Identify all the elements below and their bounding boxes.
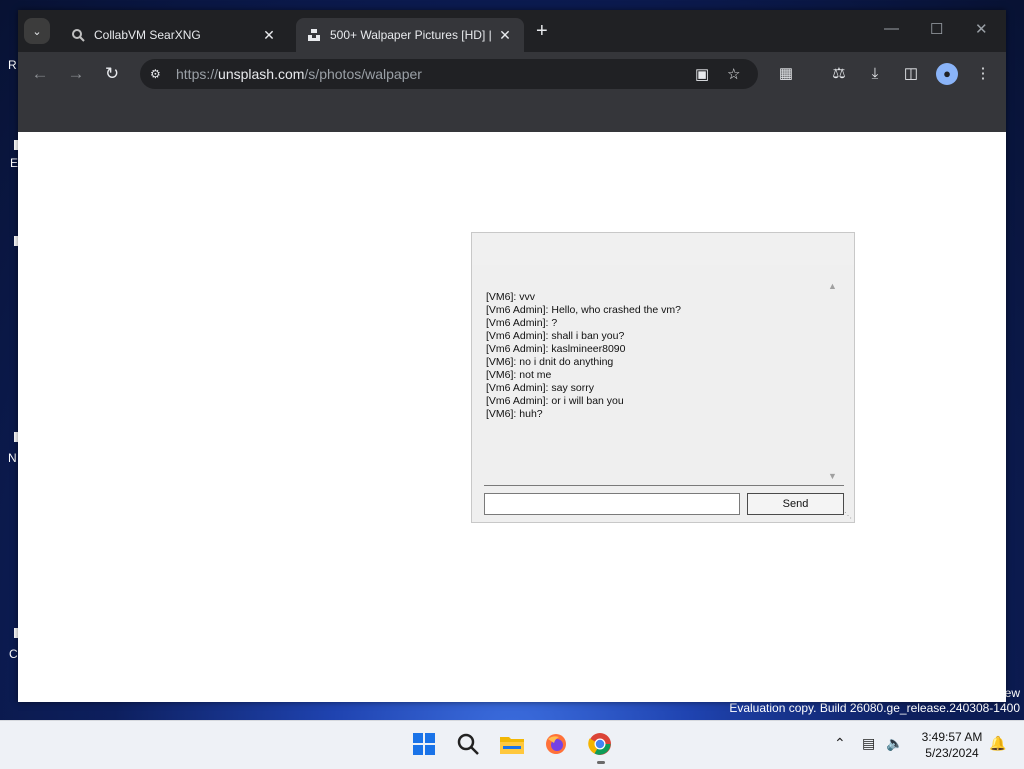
browser-toolbar: ← → ↻ ⚙ https://unsplash.com/s/photos/wa…: [18, 52, 1006, 96]
tab-title: 500+ Walpaper Pictures [HD] |: [330, 28, 492, 42]
url-scheme: https://: [176, 66, 219, 82]
firefox-icon[interactable]: [543, 731, 569, 757]
new-tab-button[interactable]: +: [536, 20, 548, 43]
send-button[interactable]: Send: [747, 493, 844, 515]
chat-log: [VM6]: vvv [Vm6 Admin]: Hello, who crash…: [486, 291, 816, 421]
forward-button[interactable]: →: [65, 63, 87, 85]
tab-unsplash[interactable]: 500+ Walpaper Pictures [HD] | ✕: [296, 18, 524, 52]
tab-strip: ⌄ CollabVM SearXNG ✕ 500+ Walpaper Pictu…: [18, 10, 1006, 52]
profile-avatar-icon[interactable]: ●: [936, 63, 958, 85]
back-button[interactable]: ←: [29, 63, 51, 85]
page-content: [VM6]: vvv [Vm6 Admin]: Hello, who crash…: [18, 132, 1006, 702]
bookmark-star-icon[interactable]: ☆: [727, 65, 740, 83]
chat-message: [Vm6 Admin]: or i will ban you: [486, 395, 624, 407]
notification-bell-icon[interactable]: 🔔: [989, 735, 1006, 752]
tab-search-button[interactable]: ⌄: [24, 18, 50, 44]
clock-date: 5/23/2024: [925, 746, 979, 760]
unsplash-favicon-icon: [306, 27, 322, 43]
watermark-line-2: Evaluation copy. Build 26080.ge_release.…: [729, 701, 1020, 715]
desktop-label-fragment: C: [9, 647, 18, 661]
chat-message: [VM6]: not me: [486, 369, 552, 381]
site-info-icon[interactable]: ⚙: [150, 67, 166, 81]
chevron-down-icon: ⌄: [32, 25, 42, 38]
clock[interactable]: 3:49:57 AM 5/23/2024: [912, 729, 992, 761]
tab-collabvm-searxng[interactable]: CollabVM SearXNG ✕: [60, 18, 288, 52]
install-app-icon[interactable]: ▣: [695, 65, 709, 83]
url-text[interactable]: https://unsplash.com/s/photos/walpaper: [176, 66, 422, 82]
desktop-label-fragment: N: [8, 451, 17, 465]
labs-flask-icon[interactable]: ⚖: [828, 63, 850, 85]
search-icon[interactable]: [455, 731, 481, 757]
close-icon[interactable]: ✕: [260, 27, 278, 44]
file-explorer-icon[interactable]: [499, 731, 525, 757]
clock-time: 3:49:57 AM: [921, 730, 983, 744]
desktop-label-fragment: E: [10, 156, 19, 170]
volume-icon[interactable]: 🔈: [886, 735, 903, 752]
desktop-label-fragment: R: [8, 58, 17, 72]
chat-message: [VM6]: huh?: [486, 408, 543, 420]
address-bar[interactable]: ⚙ https://unsplash.com/s/photos/walpaper…: [140, 59, 758, 89]
chat-message: [VM6]: no i dnit do anything: [486, 356, 614, 368]
chat-divider: [484, 485, 844, 486]
menu-kebab-icon[interactable]: ⋮: [972, 63, 994, 85]
windows-start-icon[interactable]: [411, 731, 437, 757]
chrome-icon[interactable]: [587, 731, 613, 757]
scroll-up-arrow-icon[interactable]: ▲: [828, 281, 837, 291]
url-path: /s/photos/walpaper: [304, 66, 422, 82]
chat-message: [Vm6 Admin]: Hello, who crashed the vm?: [486, 304, 681, 316]
scroll-down-arrow-icon[interactable]: ▼: [828, 471, 837, 481]
chat-message: [Vm6 Admin]: say sorry: [486, 382, 594, 394]
chat-input[interactable]: [484, 493, 740, 515]
maximize-icon[interactable]: ☐: [930, 20, 943, 38]
watermark-line-1: ew: [1004, 686, 1020, 700]
reload-button[interactable]: ↻: [101, 63, 123, 85]
browser-window: ⌄ CollabVM SearXNG ✕ 500+ Walpaper Pictu…: [18, 10, 1006, 702]
chat-dialog: [VM6]: vvv [Vm6 Admin]: Hello, who crash…: [471, 232, 855, 523]
chat-message: [VM6]: vvv: [486, 291, 536, 303]
resize-grip-icon[interactable]: ⋱: [844, 511, 852, 520]
searxng-favicon-icon: [70, 27, 86, 43]
tab-title: CollabVM SearXNG: [94, 28, 201, 42]
chat-message: [Vm6 Admin]: kaslmineer8090: [486, 343, 626, 355]
network-icon[interactable]: ▤: [862, 735, 875, 752]
chat-message: [Vm6 Admin]: shall i ban you?: [486, 330, 625, 342]
active-app-indicator: [597, 761, 605, 764]
taskbar: ⌃ ▤ 🔈 3:49:57 AM 5/23/2024 🔔: [0, 720, 1024, 769]
url-host: unsplash.com: [218, 66, 305, 82]
side-panel-icon[interactable]: ◫: [900, 63, 922, 85]
chat-header[interactable]: [472, 233, 854, 265]
close-icon[interactable]: ✕: [496, 27, 514, 44]
chat-message: [Vm6 Admin]: ?: [486, 317, 558, 329]
extensions-icon[interactable]: ▦: [775, 63, 797, 85]
download-icon[interactable]: ⤓: [864, 63, 886, 85]
minimize-icon[interactable]: —: [884, 20, 899, 37]
chevron-up-icon[interactable]: ⌃: [834, 735, 846, 752]
bookmark-bar: [18, 96, 1006, 132]
close-window-icon[interactable]: ✕: [975, 20, 988, 38]
